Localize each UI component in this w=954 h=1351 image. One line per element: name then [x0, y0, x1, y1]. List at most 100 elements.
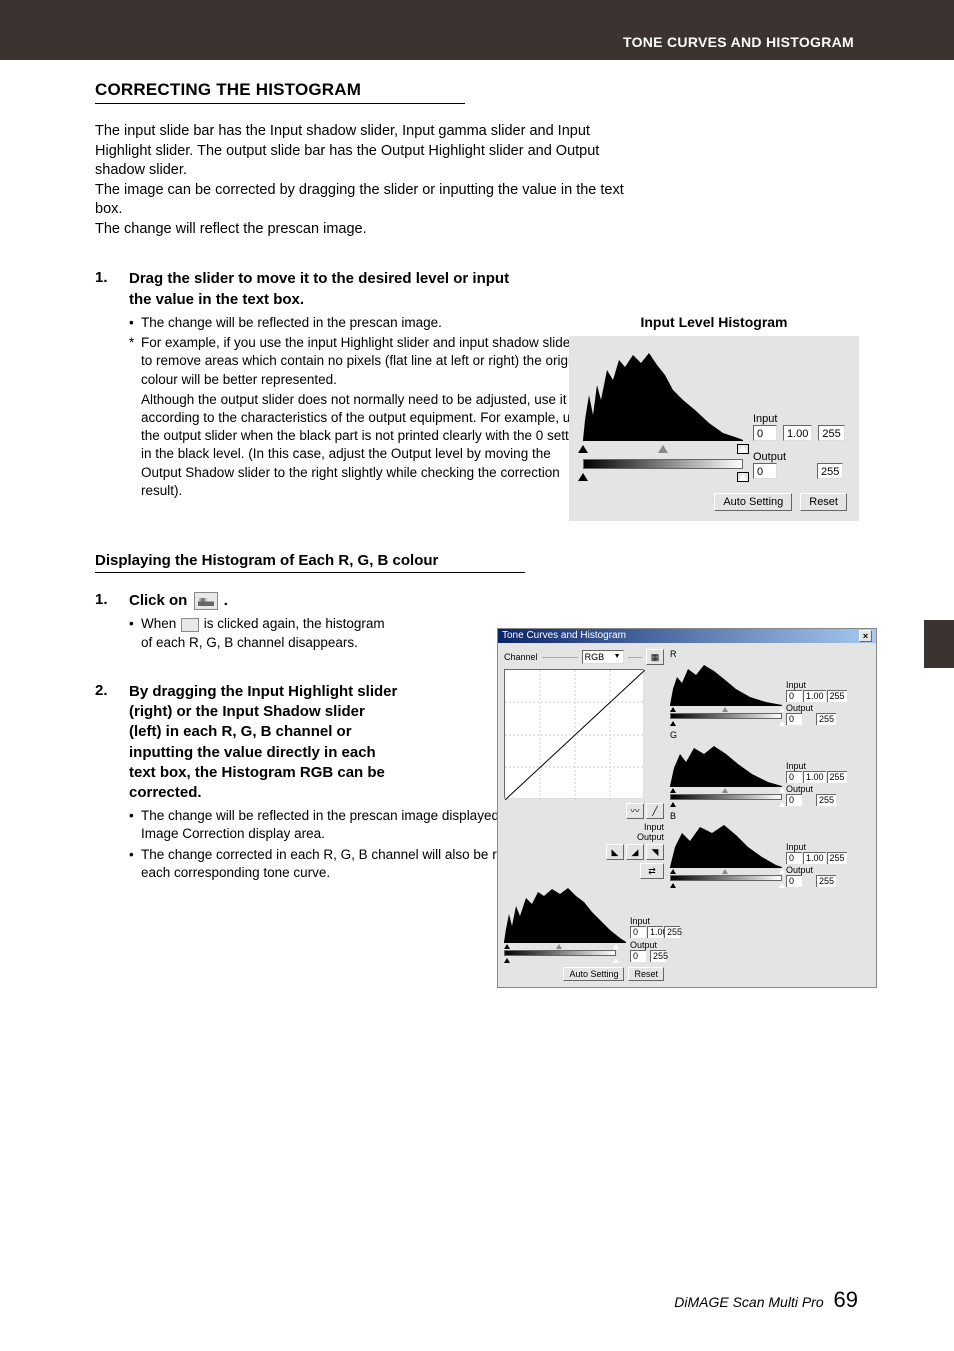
input-gamma-field[interactable]: 1.00: [783, 425, 812, 441]
step-number: 2.: [95, 682, 129, 699]
input-label: Input: [504, 822, 664, 832]
output-gradient-bar[interactable]: [670, 794, 782, 800]
input-shadow-field[interactable]: 0: [786, 771, 802, 783]
black-point-icon[interactable]: ◣: [606, 844, 624, 860]
output-label: Output: [786, 703, 858, 713]
output-shadow-field[interactable]: 0: [786, 875, 802, 887]
step-bullet: The change will be reflected in the pres…: [129, 807, 559, 843]
output-shadow-field[interactable]: 0: [786, 794, 802, 806]
output-highlight-field[interactable]: 255: [816, 875, 836, 887]
input-gamma-field[interactable]: 1.00: [647, 926, 663, 938]
channel-label: G: [670, 730, 860, 740]
highlight-slider-icon[interactable]: [779, 707, 785, 712]
gamma-slider-icon[interactable]: [658, 445, 668, 453]
intro-paragraph: The input slide bar has the Input shadow…: [95, 122, 625, 239]
input-label: Input: [786, 761, 858, 771]
shadow-slider-icon[interactable]: [670, 707, 676, 712]
page-number: 69: [834, 1287, 858, 1312]
section-title: CORRECTING THE HISTOGRAM: [95, 80, 465, 104]
output-gradient-bar[interactable]: [583, 459, 743, 469]
output-highlight-slider-icon[interactable]: [779, 721, 785, 726]
input-gamma-field[interactable]: 1.00: [803, 852, 826, 864]
output-highlight-field[interactable]: 255: [816, 794, 836, 806]
apply-icon[interactable]: ⇄: [640, 863, 664, 879]
output-shadow-field[interactable]: 0: [786, 713, 802, 725]
shadow-slider-icon[interactable]: [670, 869, 676, 874]
output-highlight-field[interactable]: 255: [817, 463, 843, 479]
highlight-slider-icon[interactable]: [613, 944, 619, 949]
channel-select[interactable]: RGB▼: [582, 650, 624, 664]
shadow-slider-icon[interactable]: [670, 788, 676, 793]
shadow-slider-icon[interactable]: [504, 944, 510, 949]
output-gradient-bar[interactable]: [504, 950, 616, 956]
highlight-slider-icon[interactable]: [779, 869, 785, 874]
output-shadow-slider-icon[interactable]: [578, 473, 588, 481]
output-label: Output: [753, 451, 847, 463]
output-slider-track[interactable]: [583, 471, 743, 481]
input-label: Input: [630, 916, 666, 926]
close-icon[interactable]: ×: [859, 630, 872, 642]
rgb-histogram-icon: [194, 592, 218, 610]
gray-point-icon[interactable]: ◢: [626, 844, 644, 860]
step-bullet: Although the output slider does not norm…: [129, 391, 589, 500]
histogram-chart: [670, 741, 782, 787]
histogram-caption: Input Level Histogram: [569, 314, 859, 330]
channel-block-r: R Input 0: [670, 649, 860, 726]
output-shadow-slider-icon[interactable]: [670, 721, 676, 726]
rgb-histogram-icon: [181, 618, 199, 632]
auto-setting-button[interactable]: Auto Setting: [714, 493, 792, 511]
input-slider-track[interactable]: [583, 443, 743, 453]
channel-label: Channel: [504, 652, 538, 662]
output-shadow-field[interactable]: 0: [630, 950, 646, 962]
input-highlight-field[interactable]: 255: [827, 852, 847, 864]
input-highlight-field[interactable]: 255: [827, 690, 847, 702]
freehand-curve-icon[interactable]: 〰: [626, 803, 644, 819]
shadow-slider-icon[interactable]: [578, 445, 588, 453]
gamma-slider-icon[interactable]: [556, 944, 562, 949]
output-gradient-bar[interactable]: [670, 713, 782, 719]
rgb-histogram-icon[interactable]: ▦: [646, 649, 664, 665]
input-gamma-field[interactable]: 1.00: [803, 690, 826, 702]
reset-button[interactable]: Reset: [628, 967, 664, 981]
gamma-slider-icon[interactable]: [722, 788, 728, 793]
input-shadow-field[interactable]: 0: [630, 926, 646, 938]
output-shadow-field[interactable]: 0: [753, 463, 777, 479]
input-shadow-field[interactable]: 0: [786, 690, 802, 702]
white-point-icon[interactable]: ◥: [646, 844, 664, 860]
output-highlight-field[interactable]: 255: [816, 713, 836, 725]
highlight-slider-icon[interactable]: [779, 788, 785, 793]
channel-label: B: [670, 811, 860, 821]
header-bar: [0, 0, 954, 60]
product-name: DiMAGE Scan Multi Pro: [674, 1294, 823, 1310]
channel-label: R: [670, 649, 860, 659]
output-highlight-slider-icon[interactable]: [779, 802, 785, 807]
output-highlight-field[interactable]: 255: [650, 950, 666, 962]
tone-curve-chart[interactable]: [504, 669, 644, 799]
output-shadow-slider-icon[interactable]: [670, 802, 676, 807]
step-bullet: The change will be reflected in the pres…: [129, 314, 589, 332]
step-heading: By dragging the Input Highlight slider (…: [129, 682, 399, 804]
input-shadow-field[interactable]: 0: [753, 425, 777, 441]
input-label: Input: [786, 842, 858, 852]
output-shadow-slider-icon[interactable]: [504, 958, 510, 963]
output-shadow-slider-icon[interactable]: [670, 883, 676, 888]
output-gradient-bar[interactable]: [670, 875, 782, 881]
output-label: Output: [630, 940, 666, 950]
input-highlight-field[interactable]: 255: [818, 425, 844, 441]
output-highlight-slider-icon[interactable]: [738, 473, 748, 481]
gamma-slider-icon[interactable]: [722, 707, 728, 712]
side-tab-marker: [924, 620, 954, 668]
auto-setting-button[interactable]: Auto Setting: [563, 967, 624, 981]
output-highlight-slider-icon[interactable]: [613, 958, 619, 963]
page-footer: DiMAGE Scan Multi Pro 69: [674, 1287, 858, 1313]
output-highlight-slider-icon[interactable]: [779, 883, 785, 888]
highlight-slider-icon[interactable]: [738, 445, 748, 453]
reset-button[interactable]: Reset: [800, 493, 847, 511]
step-heading: Drag the slider to move it to the desire…: [129, 269, 529, 310]
gamma-slider-icon[interactable]: [722, 869, 728, 874]
input-shadow-field[interactable]: 0: [786, 852, 802, 864]
smooth-curve-icon[interactable]: ╱: [646, 803, 664, 819]
input-highlight-field[interactable]: 255: [827, 771, 847, 783]
input-gamma-field[interactable]: 1.00: [803, 771, 826, 783]
subsection-title: Displaying the Histogram of Each R, G, B…: [95, 552, 525, 573]
